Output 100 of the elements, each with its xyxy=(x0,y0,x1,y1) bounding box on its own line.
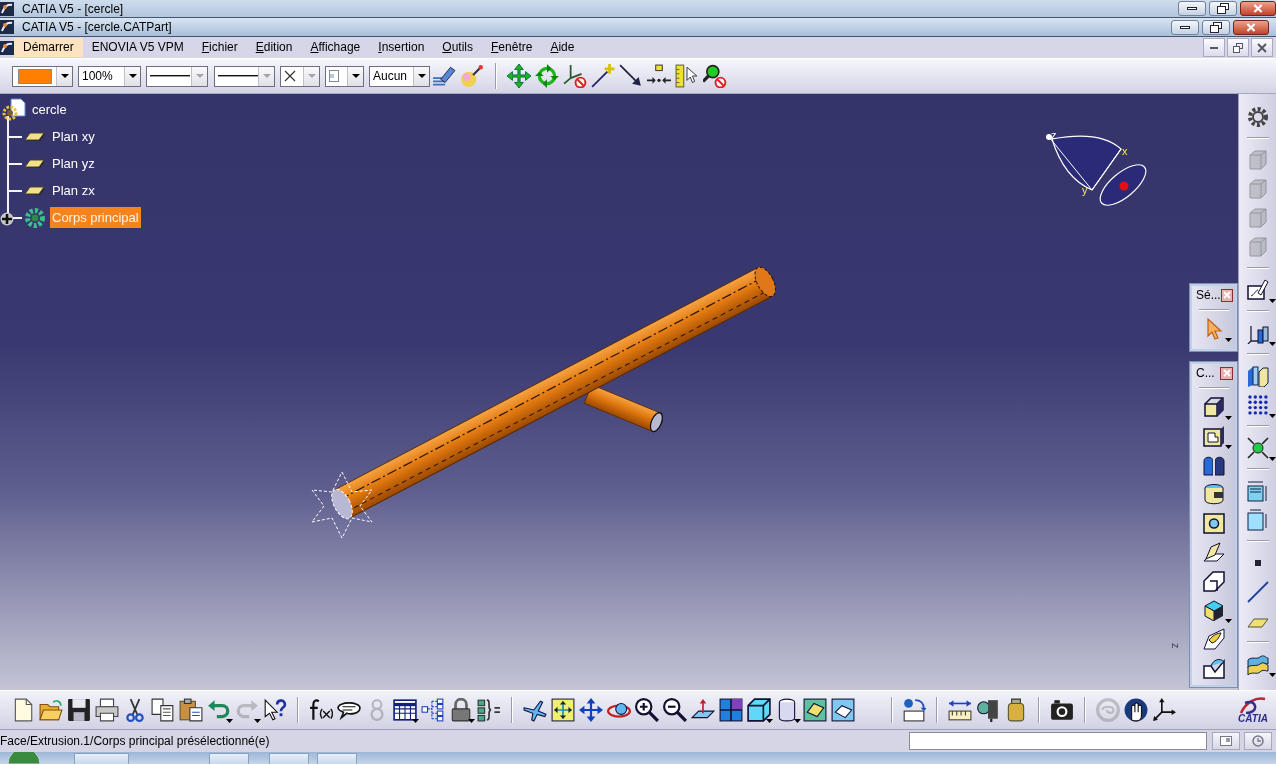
point-circle-icon[interactable] xyxy=(1246,436,1269,459)
status-button[interactable] xyxy=(1212,732,1240,750)
menu-item[interactable]: Insertion xyxy=(369,38,434,57)
close-button[interactable] xyxy=(1251,38,1273,57)
layer-dropdown[interactable]: Aucun xyxy=(369,65,430,87)
percent-dropdown[interactable]: 100% xyxy=(78,65,141,87)
move-arrows-icon[interactable] xyxy=(507,64,531,88)
printer-icon[interactable] xyxy=(95,698,119,722)
minimize-button[interactable] xyxy=(1178,1,1206,16)
compass-widget[interactable] xyxy=(1046,134,1147,206)
tree-item[interactable]: Plan zx xyxy=(50,179,97,202)
help-cursor-icon[interactable] xyxy=(263,698,287,722)
diagonal-arrow-icon[interactable] xyxy=(619,64,643,88)
hand-icon[interactable] xyxy=(1124,698,1148,722)
menu-item[interactable]: Démarrer xyxy=(14,38,83,57)
caret-icon[interactable] xyxy=(1268,457,1276,461)
minimize-button[interactable] xyxy=(1203,38,1225,57)
padlock-icon[interactable] xyxy=(449,698,473,722)
caret-icon[interactable] xyxy=(794,719,801,723)
caret-icon[interactable] xyxy=(1224,445,1232,449)
menu-item[interactable]: Edition xyxy=(246,38,302,57)
axis-icon[interactable] xyxy=(1152,698,1176,722)
table-icon[interactable] xyxy=(393,698,417,722)
caret-icon[interactable] xyxy=(1224,416,1232,420)
multi-view-icon[interactable] xyxy=(719,698,743,722)
tree-item[interactable]: Plan yz xyxy=(50,152,97,175)
paste-icon[interactable] xyxy=(179,698,203,722)
caret-icon[interactable] xyxy=(1268,342,1276,346)
menu-item[interactable]: ENOVIA V5 VPM xyxy=(82,38,193,57)
blocks-icon[interactable] xyxy=(1246,364,1269,387)
axis-no-sign-icon[interactable] xyxy=(563,64,587,88)
copy-icon[interactable] xyxy=(151,698,175,722)
airplane-icon[interactable] xyxy=(523,698,547,722)
restore-button[interactable] xyxy=(1227,38,1249,57)
isometric-cube-icon[interactable] xyxy=(747,698,771,722)
extruded-block-icon[interactable] xyxy=(1202,395,1225,418)
sketch-icon[interactable] xyxy=(1246,278,1269,301)
caret-icon[interactable] xyxy=(412,719,419,723)
function-icon[interactable] xyxy=(309,698,333,722)
grooved-cylinder-icon[interactable] xyxy=(1202,482,1225,505)
pocket-block-icon[interactable] xyxy=(1202,424,1225,447)
caret-icon[interactable] xyxy=(1268,673,1276,677)
ball-wand-icon[interactable] xyxy=(460,64,484,88)
menu-item[interactable]: Fichier xyxy=(192,38,247,57)
caret-icon[interactable] xyxy=(766,719,773,723)
brace-icon[interactable] xyxy=(477,698,501,722)
menu-item[interactable]: Fenêtre xyxy=(482,38,542,57)
pan-arrows-icon[interactable] xyxy=(579,698,603,722)
expand-icon[interactable] xyxy=(0,212,14,226)
caret-icon[interactable] xyxy=(1268,414,1276,418)
shading-icon[interactable] xyxy=(803,698,827,722)
camera-icon[interactable] xyxy=(1050,698,1074,722)
caret-icon[interactable] xyxy=(1268,299,1276,303)
status-button[interactable] xyxy=(1244,732,1272,750)
restore-button[interactable] xyxy=(1209,1,1237,16)
dimension-rectangle-icon[interactable] xyxy=(1246,479,1269,502)
bent-profile-icon[interactable] xyxy=(1202,569,1225,592)
tree-item[interactable]: cercle xyxy=(30,98,69,121)
swap-view-icon[interactable] xyxy=(902,698,926,722)
dot-grid-icon[interactable] xyxy=(1246,393,1269,416)
menu-item[interactable]: Aide xyxy=(541,38,584,57)
line-plus-icon[interactable] xyxy=(591,64,615,88)
zoom-in-icon[interactable] xyxy=(635,698,659,722)
caret-icon[interactable] xyxy=(1224,619,1232,623)
shading-edges-icon[interactable] xyxy=(831,698,855,722)
magnifier-no-sign-icon[interactable] xyxy=(703,64,727,88)
close-button[interactable] xyxy=(1220,366,1233,380)
menu-item[interactable]: Affichage xyxy=(301,38,370,57)
rotate-arrows-icon[interactable] xyxy=(535,64,559,88)
scissors-icon[interactable] xyxy=(123,698,147,722)
close-button[interactable] xyxy=(1220,288,1233,302)
dimension-rectangle-icon[interactable] xyxy=(1246,508,1269,531)
close-button[interactable] xyxy=(1233,19,1269,35)
measure-icon[interactable] xyxy=(948,698,972,722)
tree-item[interactable]: Plan xy xyxy=(50,125,97,148)
cut-block-icon[interactable] xyxy=(1202,656,1225,679)
zoom-out-icon[interactable] xyxy=(663,698,687,722)
restore-button[interactable] xyxy=(1202,19,1230,35)
command-field[interactable] xyxy=(909,732,1207,750)
hole-block-icon[interactable] xyxy=(1202,511,1225,534)
tree-diagram-icon[interactable] xyxy=(421,698,445,722)
gear-icon[interactable] xyxy=(1246,105,1269,128)
caret-icon[interactable] xyxy=(226,719,233,723)
open-folder-icon[interactable] xyxy=(39,698,63,722)
caret-icon[interactable] xyxy=(468,719,475,723)
swept-profile-icon[interactable] xyxy=(1202,540,1225,563)
paintbrush-icon[interactable] xyxy=(432,64,456,88)
sphere-block-icon[interactable] xyxy=(976,698,1000,722)
caret-icon[interactable] xyxy=(1224,338,1232,342)
color-dropdown[interactable] xyxy=(12,65,73,87)
save-icon[interactable] xyxy=(67,698,91,722)
curved-surface-icon[interactable] xyxy=(1202,627,1225,650)
render-style-dropdown[interactable] xyxy=(325,65,364,87)
minimize-button[interactable] xyxy=(1171,19,1199,35)
ruler-cursor-icon[interactable] xyxy=(675,64,699,88)
surface-layers-icon[interactable] xyxy=(1246,652,1269,675)
line-icon[interactable] xyxy=(1246,580,1269,603)
menu-item[interactable]: Outils xyxy=(433,38,482,57)
fit-all-icon[interactable] xyxy=(551,698,575,722)
close-button[interactable] xyxy=(1240,1,1276,16)
